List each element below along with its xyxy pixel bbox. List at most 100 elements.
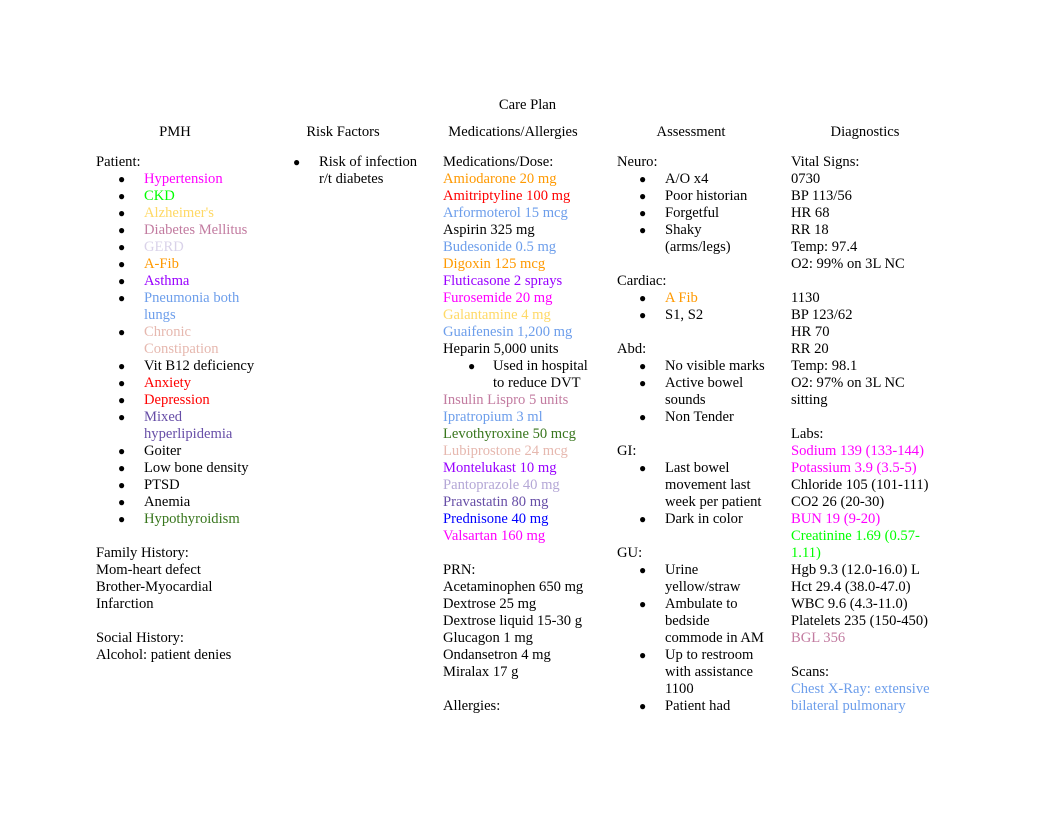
list-item: ● Risk of infection r/t diabetes xyxy=(268,154,418,188)
assessment-section-label: Neuro: xyxy=(617,154,658,170)
social-history-item: Alcohol: patient denies xyxy=(96,647,232,663)
vital-sign: HR 70 xyxy=(791,324,830,340)
list-item: ● Pneumonia both lungs xyxy=(96,290,256,324)
diagnostics-header: Diagnostics xyxy=(830,124,900,140)
bullet-icon: ● xyxy=(639,512,647,526)
scans-label: Scans: xyxy=(791,664,830,680)
bullet-list: ● No visible marks ● Active bowel sounds ● No… xyxy=(617,358,767,426)
bullet-icon: ● xyxy=(118,223,126,237)
patient-label: Patient: xyxy=(96,154,141,170)
pmh-list: ● Hypertension ● CKD ● Alzheimer's ● Diabetes M… xyxy=(96,171,256,528)
pmh-item: Alzheimer's xyxy=(144,205,214,221)
lab-result: Chloride 105 (101-111) xyxy=(791,477,929,493)
medication-item: Lubiprostone 24 mcg xyxy=(443,443,568,459)
pmh-item: Goiter xyxy=(144,443,182,459)
list-item: ● Urine yellow/straw xyxy=(617,562,767,596)
medication-item: Budesonide 0.5 mg xyxy=(443,239,557,255)
list-item: ● Hypothyroidism xyxy=(96,511,256,528)
risk-factors-header: Risk Factors xyxy=(306,124,380,140)
bullet-icon: ● xyxy=(639,206,647,220)
pmh-column: PMH Patient: ● Hypertension ● CKD ● Alzheimer… xyxy=(96,123,256,664)
bullet-icon: ● xyxy=(118,325,126,339)
vital-signs-label: Vital Signs: xyxy=(791,154,860,170)
lab-result: BUN 19 (9-20) xyxy=(791,511,881,527)
social-history-label: Social History: xyxy=(96,630,184,646)
pmh-item: Pneumonia both lungs xyxy=(144,290,240,323)
medication-item: Valsartan 160 mg xyxy=(443,528,546,544)
assessment-column: Assessment Neuro: ● A/O x4 ● Poor historian ●… xyxy=(617,123,767,715)
assessment-item: Ambulate to bedside commode in AM xyxy=(665,596,764,646)
prn-item: Ondansetron 4 mg xyxy=(443,647,551,663)
medication-item: Digoxin 125 mcg xyxy=(443,256,546,272)
bullet-icon: ● xyxy=(118,410,126,424)
list-item: ● CKD xyxy=(96,188,256,205)
list-item: ● Asthma xyxy=(96,273,256,290)
assessment-item: Poor historian xyxy=(665,188,748,204)
list-item: ● A Fib xyxy=(617,290,767,307)
list-item: ● Poor historian xyxy=(617,188,767,205)
pmh-item: Hypothyroidism xyxy=(144,511,240,527)
lab-result: Potassium 3.9 (3.5-5) xyxy=(791,460,917,476)
bullet-icon: ● xyxy=(468,359,476,373)
medication-item: Levothyroxine 50 mcg xyxy=(443,426,576,442)
list-item: ● Dark in color xyxy=(617,511,767,528)
list-item: ● Up to restroom with assistance 1100 xyxy=(617,647,767,698)
scans-list: Chest X-Ray: extensive bilateral pulmona… xyxy=(791,681,941,715)
medication-item: Pantoprazole 40 mg xyxy=(443,477,560,493)
assessment-item: A/O x4 xyxy=(665,171,709,187)
bullet-icon: ● xyxy=(118,274,126,288)
list-item: ● Anxiety xyxy=(96,375,256,392)
labs-list: Sodium 139 (133-144) Potassium 3.9 (3.5-5… xyxy=(791,443,941,647)
allergies-label: Allergies: xyxy=(443,698,501,714)
bullet-icon: ● xyxy=(639,410,647,424)
family-history-item: Brother-Myocardial Infarction xyxy=(96,579,213,612)
labs-label: Labs: xyxy=(791,426,824,442)
vital-sign: BP 113/56 xyxy=(791,188,852,204)
bullet-icon: ● xyxy=(639,648,647,662)
risk-factors-column: Risk Factors ● Risk of infection r/t dia… xyxy=(290,123,430,188)
prn-item: Dextrose liquid 15-30 g xyxy=(443,613,583,629)
list-item: ● Low bone density xyxy=(96,460,256,477)
bullet-icon: ● xyxy=(118,206,126,220)
list-item: ● GERD xyxy=(96,239,256,256)
list-item: ● Hypertension xyxy=(96,171,256,188)
assessment-body: Neuro: ● A/O x4 ● Poor historian ● Forgetful ● S… xyxy=(617,154,767,715)
bullet-icon: ● xyxy=(118,495,126,509)
bullet-icon: ● xyxy=(118,172,126,186)
assessment-section-label: Abd: xyxy=(617,341,647,357)
list-item: ● Non Tender xyxy=(617,409,767,426)
lab-result: Sodium 139 (133-144) xyxy=(791,443,924,459)
list-item: ● Mixed hyperlipidemia xyxy=(96,409,256,443)
list-item: ● Goiter xyxy=(96,443,256,460)
vital-sign: Temp: 97.4 xyxy=(791,239,858,255)
list-item: ● Alzheimer's xyxy=(96,205,256,222)
assessment-item: Forgetful xyxy=(665,205,720,221)
assessment-item: Active bowel sounds xyxy=(665,375,744,408)
medications-header: Medications/Allergies xyxy=(448,124,578,140)
assessment-item: Urine yellow/straw xyxy=(665,562,741,595)
medication-item: Furosemide 20 mg xyxy=(443,290,553,306)
vital-sign: RR 18 xyxy=(791,222,829,238)
pmh-item: Diabetes Mellitus xyxy=(144,222,248,238)
pmh-item: CKD xyxy=(144,188,175,204)
list-item: ● A/O x4 xyxy=(617,171,767,188)
bullet-icon: ● xyxy=(639,563,647,577)
medication-item: Amiodarone 20 mg xyxy=(443,171,557,187)
vital-sign: HR 68 xyxy=(791,205,830,221)
assessment-section-label: GU: xyxy=(617,545,643,561)
pmh-item: Hypertension xyxy=(144,171,223,187)
scan-result: Chest X-Ray: extensive bilateral pulmona… xyxy=(791,681,930,714)
medication-item: Galantamine 4 mg xyxy=(443,307,551,323)
bullet-icon: ● xyxy=(118,461,126,475)
medication-item: Ipratropium 3 ml xyxy=(443,409,543,425)
lab-result: Hgb 9.3 (12.0-16.0) L xyxy=(791,562,920,578)
bullet-icon: ● xyxy=(118,359,126,373)
pmh-item: Low bone density xyxy=(144,460,249,476)
bullet-icon: ● xyxy=(639,359,647,373)
vital-sign: RR 20 xyxy=(791,341,829,357)
prn-item: Acetaminophen 650 mg xyxy=(443,579,584,595)
lab-result: BGL 356 xyxy=(791,630,846,646)
